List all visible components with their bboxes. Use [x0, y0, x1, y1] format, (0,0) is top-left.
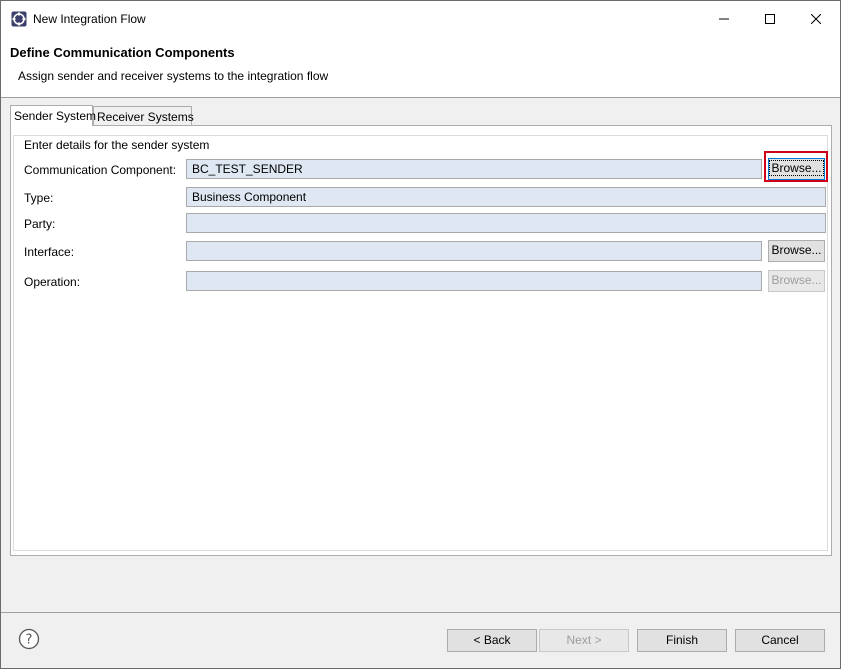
cancel-button[interactable]: Cancel — [735, 629, 825, 652]
finish-button[interactable]: Finish — [637, 629, 727, 652]
interface-browse-button[interactable]: Browse... — [768, 240, 825, 262]
operation-label: Operation: — [24, 275, 81, 289]
page-subtitle: Assign sender and receiver systems to th… — [18, 69, 329, 83]
operation-input[interactable] — [186, 271, 762, 291]
app-icon — [11, 11, 27, 27]
communication-component-input[interactable] — [186, 159, 762, 179]
party-input[interactable] — [186, 213, 826, 233]
back-button[interactable]: < Back — [447, 629, 537, 652]
minimize-icon — [719, 18, 729, 20]
maximize-button[interactable] — [747, 1, 793, 37]
window-title: New Integration Flow — [33, 12, 146, 26]
tab-sender-system[interactable]: Sender System — [10, 105, 96, 126]
sender-tab-panel: Enter details for the sender system Comm… — [10, 125, 832, 556]
title-bar: New Integration Flow — [1, 1, 840, 37]
minimize-button[interactable] — [701, 1, 747, 37]
wizard-header: Define Communication Components Assign s… — [1, 37, 840, 97]
help-icon[interactable]: ? — [18, 628, 40, 650]
interface-label: Interface: — [24, 245, 75, 259]
group-legend: Enter details for the sender system — [22, 138, 212, 152]
dialog-window: New Integration Flow Define Communicatio… — [0, 0, 841, 669]
interface-input[interactable] — [186, 241, 762, 261]
svg-text:?: ? — [26, 633, 33, 648]
browse-label: Browse... — [769, 160, 824, 176]
page-title: Define Communication Components — [10, 45, 235, 60]
maximize-icon — [765, 14, 775, 24]
operation-browse-button[interactable]: Browse... — [768, 270, 825, 292]
header-divider — [1, 97, 840, 98]
communication-component-browse-button[interactable]: Browse... — [768, 158, 825, 180]
footer-divider — [1, 612, 840, 613]
party-label: Party: — [24, 217, 56, 231]
type-input[interactable] — [186, 187, 826, 207]
tab-receiver-systems[interactable]: Receiver Systems — [93, 106, 194, 125]
type-label: Type: — [24, 191, 54, 205]
close-icon — [811, 14, 821, 24]
close-button[interactable] — [793, 1, 839, 37]
next-button[interactable]: Next > — [539, 629, 629, 652]
sender-details-group: Enter details for the sender system Comm… — [13, 135, 828, 551]
communication-component-label: Communication Component: — [24, 163, 177, 177]
